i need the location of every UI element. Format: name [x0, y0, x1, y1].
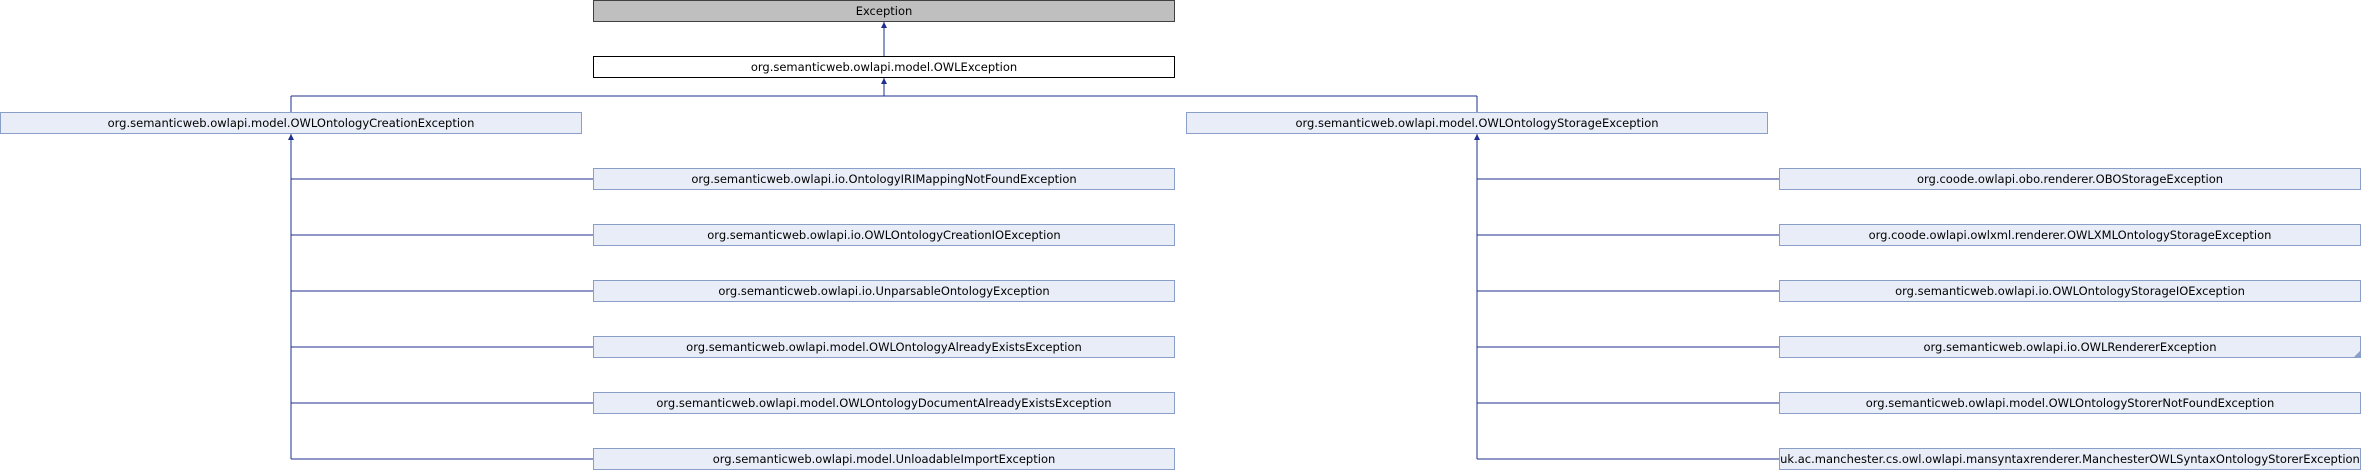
node-owl-ontology-already-exists-exception[interactable]: org.semanticweb.owlapi.model.OWLOntology…	[593, 336, 1175, 358]
node-owl-ontology-storage-exception[interactable]: org.semanticweb.owlapi.model.OWLOntology…	[1186, 112, 1768, 134]
arrowhead-creation	[288, 134, 294, 140]
arrowhead-owl-exception	[881, 78, 887, 84]
node-owlxml-ontology-storage-exception[interactable]: org.coode.owlapi.owlxml.renderer.OWLXMLO…	[1779, 224, 2361, 246]
node-unloadable-import-exception[interactable]: org.semanticweb.owlapi.model.UnloadableI…	[593, 448, 1175, 470]
arrowhead-exception	[881, 22, 887, 28]
node-owl-ontology-creation-io-exception[interactable]: org.semanticweb.owlapi.io.OWLOntologyCre…	[593, 224, 1175, 246]
node-owl-exception: org.semanticweb.owlapi.model.OWLExceptio…	[593, 56, 1175, 78]
node-obo-storage-exception[interactable]: org.coode.owlapi.obo.renderer.OBOStorage…	[1779, 168, 2361, 190]
node-manchester-owl-syntax-ontology-storer-exception[interactable]: uk.ac.manchester.cs.owl.owlapi.mansyntax…	[1779, 448, 2361, 470]
node-owl-ontology-storer-not-found-exception[interactable]: org.semanticweb.owlapi.model.OWLOntology…	[1779, 392, 2361, 414]
node-owl-ontology-storage-io-exception[interactable]: org.semanticweb.owlapi.io.OWLOntologySto…	[1779, 280, 2361, 302]
node-ontology-iri-mapping-not-found-exception[interactable]: org.semanticweb.owlapi.io.OntologyIRIMap…	[593, 168, 1175, 190]
node-unparsable-ontology-exception[interactable]: org.semanticweb.owlapi.io.UnparsableOnto…	[593, 280, 1175, 302]
node-owl-ontology-document-already-exists-exception[interactable]: org.semanticweb.owlapi.model.OWLOntology…	[593, 392, 1175, 414]
arrowhead-storage	[1474, 134, 1480, 140]
node-owl-renderer-exception[interactable]: org.semanticweb.owlapi.io.OWLRendererExc…	[1779, 336, 2361, 358]
node-exception: Exception	[593, 0, 1175, 22]
node-owl-ontology-creation-exception[interactable]: org.semanticweb.owlapi.model.OWLOntology…	[0, 112, 582, 134]
class-hierarchy-diagram: Exception org.semanticweb.owlapi.model.O…	[0, 0, 2362, 472]
